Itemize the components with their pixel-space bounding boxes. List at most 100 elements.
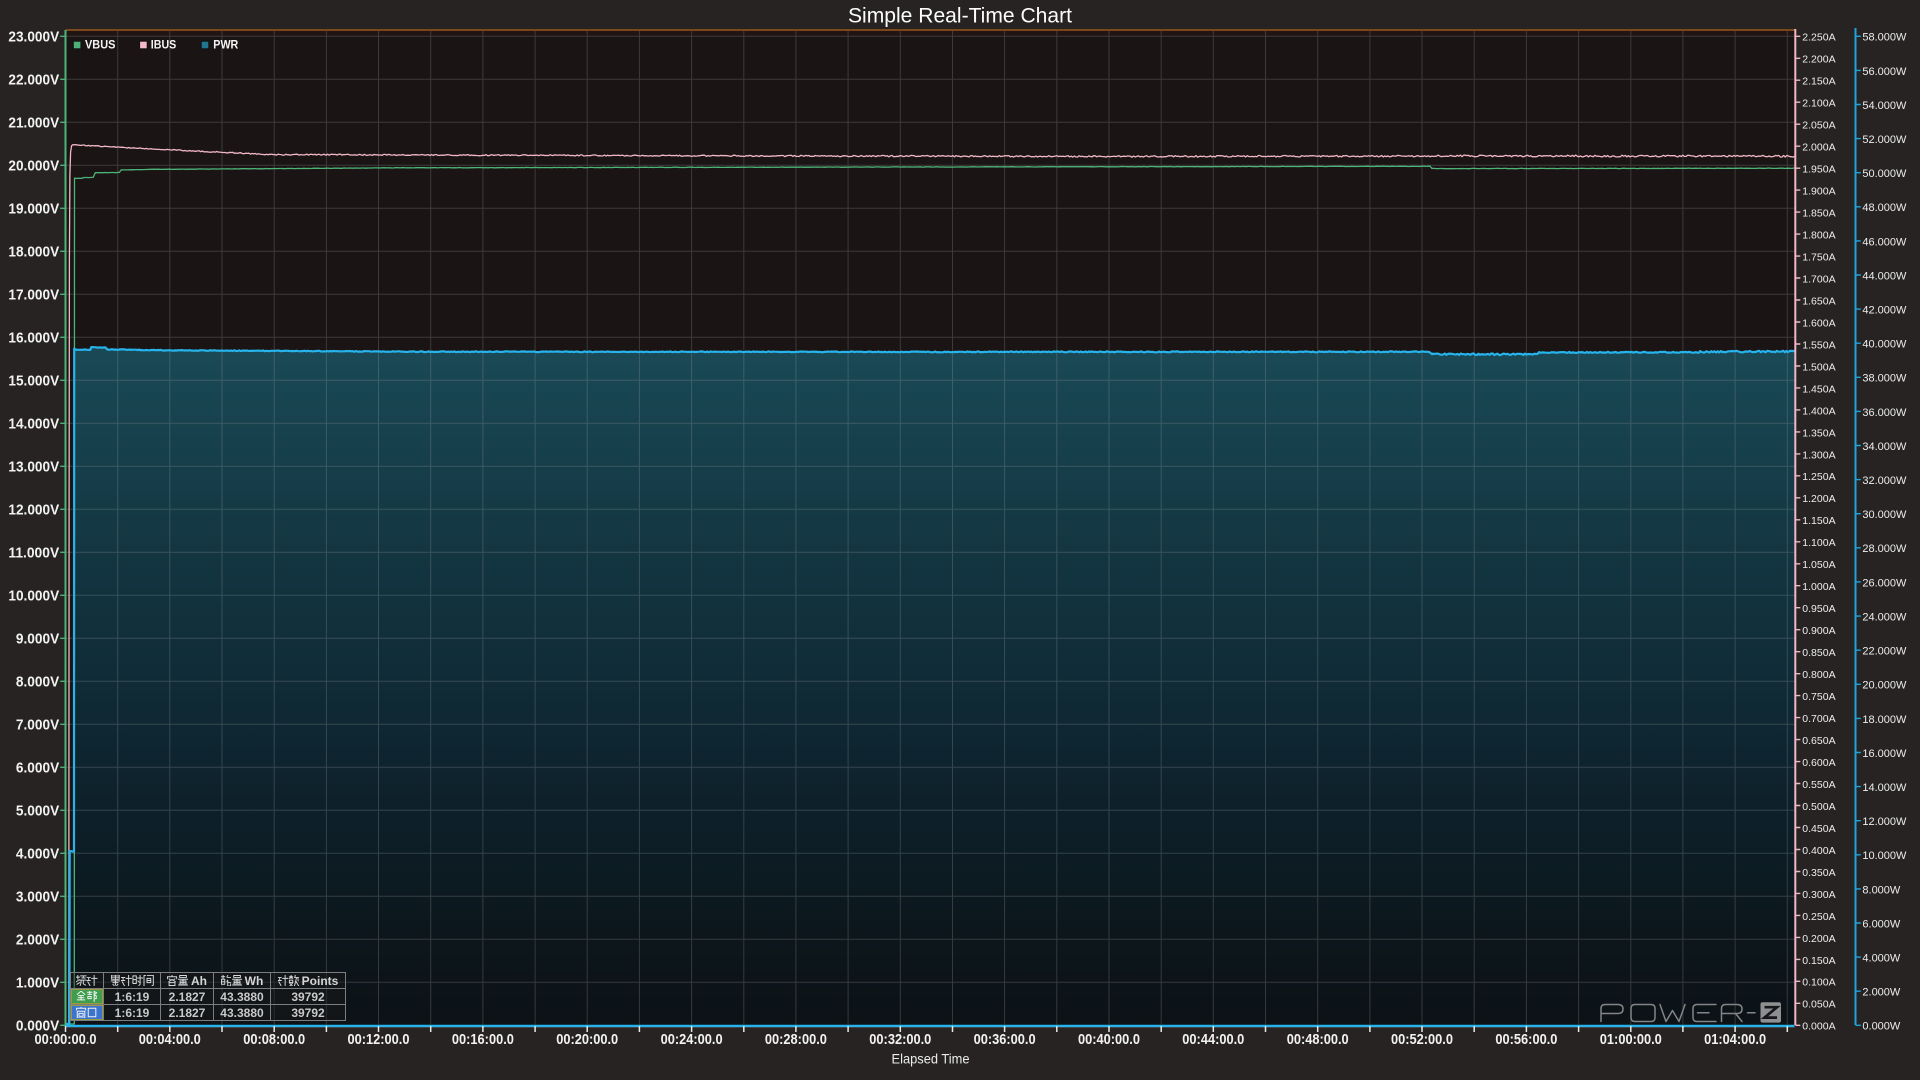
svg-text:48.000W: 48.000W [1862, 202, 1907, 214]
svg-text:00:00:00.0: 00:00:00.0 [35, 1031, 97, 1048]
svg-text:1.300A: 1.300A [1802, 449, 1835, 461]
svg-text:2.000A: 2.000A [1802, 142, 1835, 154]
svg-text:00:16:00.0: 00:16:00.0 [452, 1031, 514, 1048]
svg-text:2.000W: 2.000W [1862, 987, 1901, 999]
svg-text:22.000V: 22.000V [8, 72, 59, 89]
svg-text:2.200A: 2.200A [1802, 54, 1835, 66]
svg-text:0.200A: 0.200A [1802, 933, 1835, 945]
svg-text:00:24:00.0: 00:24:00.0 [661, 1031, 723, 1048]
svg-text:40.000W: 40.000W [1862, 339, 1907, 351]
svg-text:PWR: PWR [213, 37, 238, 51]
svg-text:00:56:00.0: 00:56:00.0 [1495, 1031, 1557, 1048]
svg-text:6.000W: 6.000W [1862, 918, 1901, 930]
svg-text:4.000W: 4.000W [1862, 953, 1901, 965]
svg-text:0.450A: 0.450A [1802, 823, 1835, 835]
svg-text:1.900A: 1.900A [1802, 186, 1835, 198]
svg-text:18.000W: 18.000W [1862, 714, 1907, 726]
svg-text:1.550A: 1.550A [1802, 339, 1835, 351]
svg-text:1.750A: 1.750A [1802, 252, 1835, 264]
svg-text:50.000W: 50.000W [1862, 168, 1907, 180]
svg-text:2.250A: 2.250A [1802, 32, 1835, 44]
svg-text:00:48:00.0: 00:48:00.0 [1287, 1031, 1349, 1048]
svg-text:0.650A: 0.650A [1802, 735, 1835, 747]
svg-text:10.000V: 10.000V [8, 588, 59, 605]
svg-text:0.000A: 0.000A [1802, 1021, 1835, 1033]
svg-text:52.000W: 52.000W [1862, 134, 1907, 146]
svg-text:16.000V: 16.000V [8, 330, 59, 347]
svg-text:1.850A: 1.850A [1802, 208, 1835, 220]
svg-text:0.400A: 0.400A [1802, 845, 1835, 857]
svg-text:17.000V: 17.000V [8, 287, 59, 304]
svg-text:34.000W: 34.000W [1862, 441, 1907, 453]
svg-text:38.000W: 38.000W [1862, 373, 1907, 385]
svg-text:00:32:00.0: 00:32:00.0 [869, 1031, 931, 1048]
svg-text:2.150A: 2.150A [1802, 76, 1835, 88]
svg-text:0.700A: 0.700A [1802, 713, 1835, 725]
svg-text:00:04:00.0: 00:04:00.0 [139, 1031, 201, 1048]
svg-text:32.000W: 32.000W [1862, 475, 1907, 487]
svg-text:1.350A: 1.350A [1802, 427, 1835, 439]
svg-text:1.600A: 1.600A [1802, 317, 1835, 329]
svg-text:12.000W: 12.000W [1862, 816, 1907, 828]
svg-text:10.000W: 10.000W [1862, 850, 1907, 862]
svg-text:0.350A: 0.350A [1802, 867, 1835, 879]
svg-text:1.500A: 1.500A [1802, 361, 1835, 373]
svg-text:00:20:00.0: 00:20:00.0 [556, 1031, 618, 1048]
svg-text:26.000W: 26.000W [1862, 577, 1907, 589]
svg-text:20.000V: 20.000V [8, 158, 59, 175]
svg-text:0.750A: 0.750A [1802, 691, 1835, 703]
svg-text:00:12:00.0: 00:12:00.0 [348, 1031, 410, 1048]
svg-text:13.000V: 13.000V [8, 459, 59, 476]
svg-text:0.950A: 0.950A [1802, 603, 1835, 615]
svg-text:0.850A: 0.850A [1802, 647, 1835, 659]
svg-text:00:08:00.0: 00:08:00.0 [243, 1031, 305, 1048]
svg-text:1.800A: 1.800A [1802, 230, 1835, 242]
svg-text:01:00:00.0: 01:00:00.0 [1600, 1031, 1662, 1048]
svg-text:0.100A: 0.100A [1802, 977, 1835, 989]
svg-text:8.000W: 8.000W [1862, 884, 1901, 896]
svg-text:19.000V: 19.000V [8, 201, 59, 218]
svg-text:14.000W: 14.000W [1862, 782, 1907, 794]
svg-text:1.050A: 1.050A [1802, 559, 1835, 571]
svg-text:1.950A: 1.950A [1802, 164, 1835, 176]
svg-text:12.000V: 12.000V [8, 502, 59, 519]
svg-text:2.100A: 2.100A [1802, 98, 1835, 110]
svg-text:00:28:00.0: 00:28:00.0 [765, 1031, 827, 1048]
svg-text:3.000V: 3.000V [16, 889, 59, 906]
svg-text:0.150A: 0.150A [1802, 955, 1835, 967]
svg-text:1.200A: 1.200A [1802, 493, 1835, 505]
svg-text:36.000W: 36.000W [1862, 407, 1907, 419]
svg-text:14.000V: 14.000V [8, 416, 59, 433]
svg-text:0.250A: 0.250A [1802, 911, 1835, 923]
svg-text:28.000W: 28.000W [1862, 543, 1907, 555]
svg-text:16.000W: 16.000W [1862, 748, 1907, 760]
svg-text:0.800A: 0.800A [1802, 669, 1835, 681]
svg-text:5.000V: 5.000V [16, 803, 59, 820]
svg-text:24.000W: 24.000W [1862, 612, 1907, 624]
svg-text:1.700A: 1.700A [1802, 273, 1835, 285]
svg-text:1.650A: 1.650A [1802, 295, 1835, 307]
svg-text:Elapsed Time: Elapsed Time [892, 1051, 970, 1067]
svg-text:22.000W: 22.000W [1862, 646, 1907, 658]
svg-text:9.000V: 9.000V [16, 631, 59, 648]
svg-text:00:36:00.0: 00:36:00.0 [974, 1031, 1036, 1048]
svg-text:1.000V: 1.000V [16, 975, 59, 992]
svg-text:20.000W: 20.000W [1862, 680, 1907, 692]
svg-text:00:44:00.0: 00:44:00.0 [1182, 1031, 1244, 1048]
svg-text:0.600A: 0.600A [1802, 757, 1835, 769]
svg-text:56.000W: 56.000W [1862, 66, 1907, 78]
svg-text:1.400A: 1.400A [1802, 405, 1835, 417]
svg-text:6.000V: 6.000V [16, 760, 59, 777]
svg-text:58.000W: 58.000W [1862, 32, 1907, 44]
svg-text:0.000W: 0.000W [1862, 1021, 1901, 1033]
svg-text:Simple Real-Time Chart: Simple Real-Time Chart [848, 4, 1072, 28]
svg-text:1.450A: 1.450A [1802, 383, 1835, 395]
svg-text:01:04:00.0: 01:04:00.0 [1704, 1031, 1766, 1048]
svg-text:15.000V: 15.000V [8, 373, 59, 390]
svg-text:0.500A: 0.500A [1802, 801, 1835, 813]
svg-text:0.050A: 0.050A [1802, 999, 1835, 1011]
svg-text:VBUS: VBUS [85, 37, 115, 51]
svg-text:8.000V: 8.000V [16, 674, 59, 691]
svg-text:00:52:00.0: 00:52:00.0 [1391, 1031, 1453, 1048]
svg-text:IBUS: IBUS [151, 37, 177, 51]
